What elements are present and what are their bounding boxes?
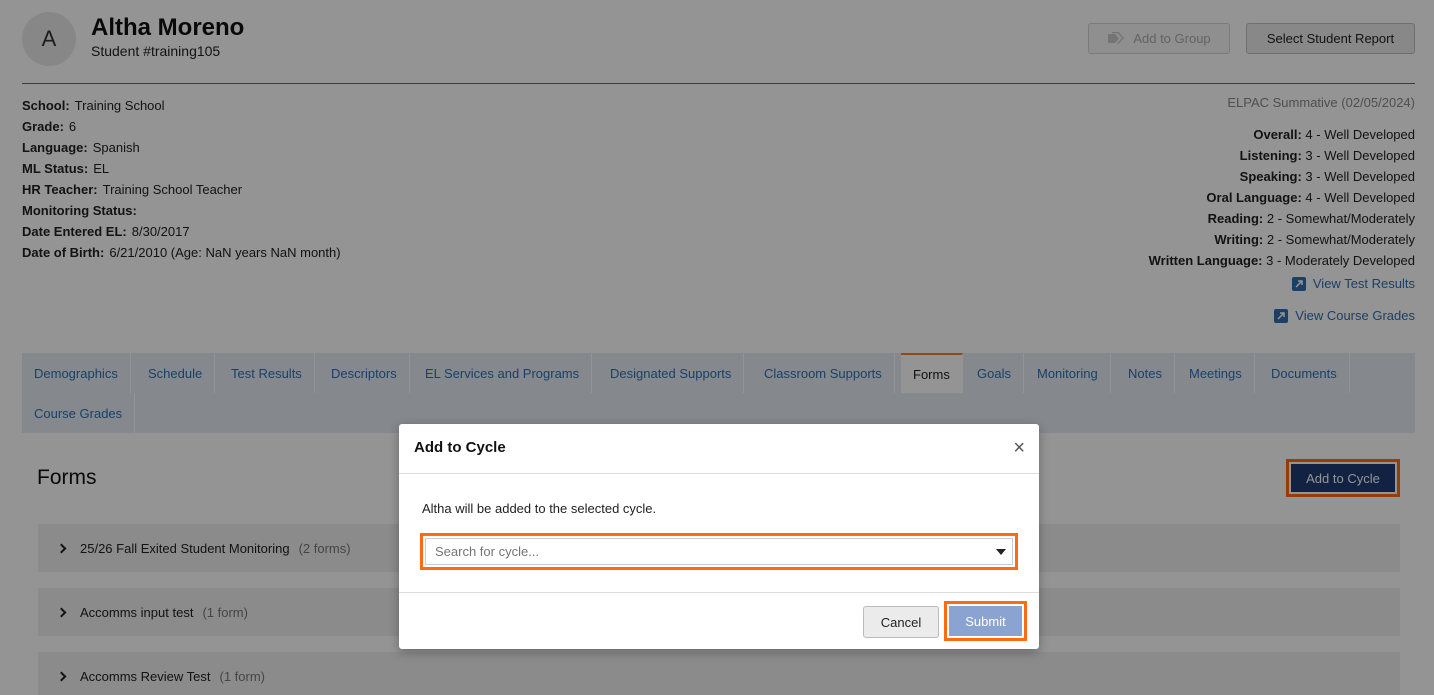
submit-highlight: Submit (944, 601, 1027, 641)
caret-down-icon[interactable] (996, 549, 1006, 555)
cancel-button[interactable]: Cancel (863, 606, 939, 638)
close-icon[interactable]: × (1013, 438, 1025, 458)
modal-message: Altha will be added to the selected cycl… (422, 501, 657, 516)
modal-footer: Cancel Submit (399, 592, 1039, 649)
modal-title: Add to Cycle (414, 439, 506, 456)
submit-button[interactable]: Submit (949, 606, 1022, 636)
modal-header: Add to Cycle × (399, 424, 1039, 474)
cycle-search-input[interactable] (425, 538, 1013, 565)
add-to-cycle-modal: Add to Cycle × Altha will be added to th… (399, 424, 1039, 649)
cycle-search-highlight (420, 533, 1018, 570)
